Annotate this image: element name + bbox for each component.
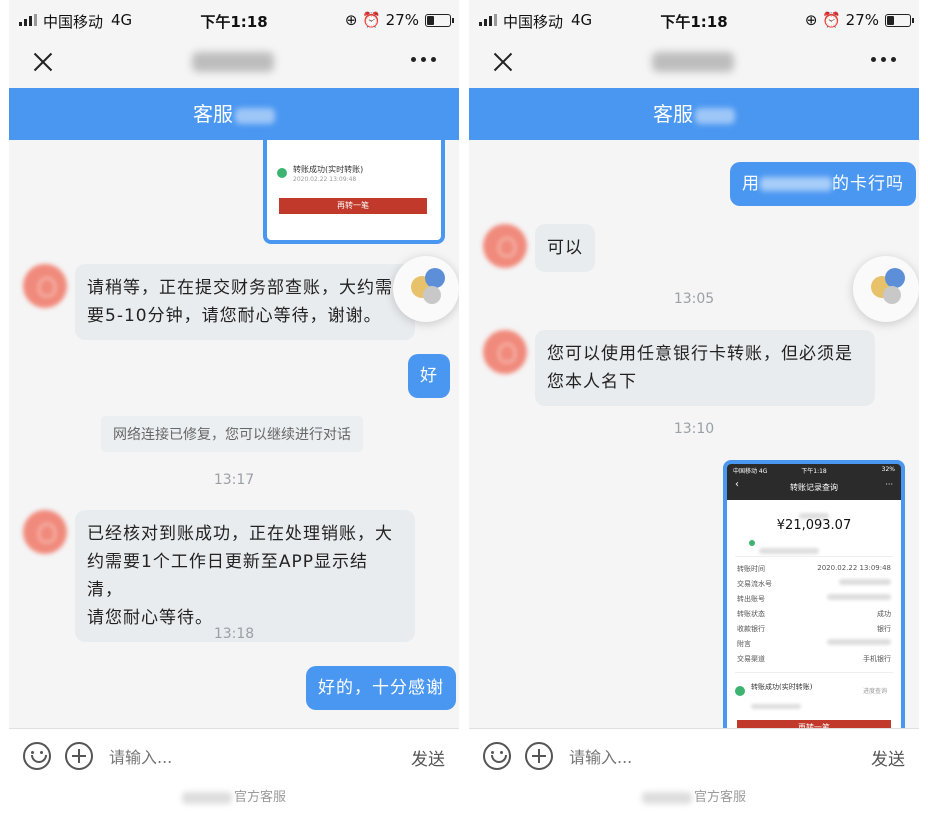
timestamp: 13:10 <box>673 421 715 437</box>
system-notice: 网络连接已修复，您可以继续进行对话 <box>101 416 363 452</box>
agent-message: 您可以使用任意银行卡转账，但必须是 您本人名下 <box>535 330 875 406</box>
record-label: 附言 <box>737 640 751 648</box>
record-value <box>827 639 891 647</box>
more-icon[interactable] <box>871 57 897 63</box>
transfer-status-text: 转账成功(实时转账) <box>293 165 364 174</box>
record-row: 收款银行 银行 <box>737 624 891 634</box>
record-value <box>839 579 891 587</box>
record-label: 转账状态 <box>737 610 765 618</box>
agent-message: 可以 <box>535 224 595 272</box>
agent-avatar <box>23 510 67 554</box>
emoji-icon[interactable] <box>483 742 511 770</box>
floating-assistant-icon[interactable] <box>393 256 459 322</box>
left-screenshot: 中国移动 4G 下午1:18 ⊕ ⏰ 27% 客服 转账成功(实时转账) 202… <box>9 0 459 820</box>
transfer-again-button: 再转一笔 <box>737 720 891 728</box>
floating-assistant-icon[interactable] <box>853 256 919 322</box>
plus-icon[interactable] <box>65 742 93 770</box>
record-value <box>827 594 891 602</box>
battery-icon <box>885 14 914 27</box>
footer: 官方客服 <box>469 784 919 820</box>
send-button[interactable]: 发送 <box>411 745 445 770</box>
input-bar: 发送 <box>9 728 459 784</box>
battery-icon <box>425 14 454 27</box>
emoji-icon[interactable] <box>23 742 51 770</box>
record-value: 银行 <box>877 625 891 633</box>
transfer-again-button: 再转一笔 <box>279 198 427 214</box>
rotation-lock-icon: ⊕ <box>804 11 818 29</box>
agent-message: 已经核对到账成功，正在处理销账，大 约需要1个工作日更新至APP显示结清， 请您… <box>75 510 415 642</box>
timestamp: 13:17 <box>213 472 255 488</box>
agent-message: 请稍等，正在提交财务部查账，大约需 要5-10分钟，请您耐心等待，谢谢。 <box>75 264 415 340</box>
transfer-amount: ¥21,093.07 <box>776 518 852 533</box>
page-title-blurred <box>652 52 734 72</box>
record-label: 交易渠道 <box>737 655 765 663</box>
record-value: 成功 <box>877 610 891 618</box>
chat-area[interactable]: 转账成功(实时转账) 2020.02.22 13:09:48 再转一笔 请稍等，… <box>9 140 459 728</box>
record-label: 交易流水号 <box>737 580 772 588</box>
record-value: 手机银行 <box>863 655 891 663</box>
footer-label: 官方客服 <box>693 790 746 805</box>
record-label: 收款银行 <box>737 625 765 633</box>
battery-percent: 27% <box>845 11 879 29</box>
right-screenshot: 中国移动 4G 下午1:18 ⊕ ⏰ 27% 客服 用的卡行吗 可以 13:05… <box>469 0 919 820</box>
nav-bar <box>9 40 459 88</box>
alarm-icon: ⏰ <box>822 11 841 29</box>
more-icon[interactable] <box>411 57 437 63</box>
footer: 官方客服 <box>9 784 459 820</box>
record-row: 转出账号 <box>737 594 891 604</box>
battery-percent: 27% <box>385 11 419 29</box>
status-icons: ⊕ ⏰ 27% <box>805 11 879 29</box>
user-message: 用的卡行吗 <box>730 162 916 206</box>
status-bar: 中国移动 4G 下午1:18 ⊕ ⏰ 27% <box>9 0 459 40</box>
message-input[interactable] <box>109 745 369 769</box>
success-check-icon <box>277 168 287 178</box>
message-input[interactable] <box>569 745 829 769</box>
plus-icon[interactable] <box>525 742 553 770</box>
timestamp: 13:05 <box>673 291 715 307</box>
agent-avatar <box>23 264 67 308</box>
sent-image[interactable]: 转账成功(实时转账) 2020.02.22 13:09:48 再转一笔 <box>263 140 445 244</box>
record-label: 转账时间 <box>737 565 765 573</box>
status-icons: ⊕ ⏰ 27% <box>345 11 419 29</box>
close-icon[interactable] <box>491 50 515 74</box>
close-icon[interactable] <box>31 50 55 74</box>
page-title-blurred <box>192 52 274 72</box>
record-label: 转出账号 <box>737 595 765 603</box>
record-row: 交易流水号 <box>737 579 891 589</box>
service-label: 客服 <box>193 102 233 126</box>
record-row: 交易渠道 手机银行 <box>737 654 891 664</box>
nav-bar <box>469 40 919 88</box>
user-message: 好 <box>408 354 450 398</box>
success-dot-icon <box>749 540 755 546</box>
rotation-lock-icon: ⊕ <box>344 11 358 29</box>
user-message: 好的，十分感谢 <box>306 666 456 710</box>
agent-avatar <box>483 224 527 268</box>
mini-header: 中国移动 4G 下午1:18 32% ‹ 转账记录查询 ··· <box>727 464 901 500</box>
send-button[interactable]: 发送 <box>871 745 905 770</box>
chat-area[interactable]: 用的卡行吗 可以 13:05 您可以使用任意银行卡转账，但必须是 您本人名下 1… <box>469 140 919 728</box>
sent-image[interactable]: 中国移动 4G 下午1:18 32% ‹ 转账记录查询 ··· ¥21,093.… <box>723 460 905 728</box>
footer-label: 官方客服 <box>233 790 286 805</box>
record-row: 转账时间 2020.02.22 13:09:48 <box>737 564 891 574</box>
timestamp: 13:18 <box>213 626 255 642</box>
status-bar: 中国移动 4G 下午1:18 ⊕ ⏰ 27% <box>469 0 919 40</box>
record-value: 2020.02.22 13:09:48 <box>817 564 891 572</box>
agent-avatar <box>483 330 527 374</box>
transfer-date-text: 2020.02.22 13:09:48 <box>293 176 357 183</box>
record-row: 附言 <box>737 639 891 649</box>
service-label: 客服 <box>653 102 693 126</box>
success-check-icon <box>735 686 745 696</box>
input-bar: 发送 <box>469 728 919 784</box>
service-bar: 客服 <box>469 88 919 140</box>
service-bar: 客服 <box>9 88 459 140</box>
alarm-icon: ⏰ <box>362 11 381 29</box>
record-row: 转账状态 成功 <box>737 609 891 619</box>
more-icon: ··· <box>885 480 893 489</box>
